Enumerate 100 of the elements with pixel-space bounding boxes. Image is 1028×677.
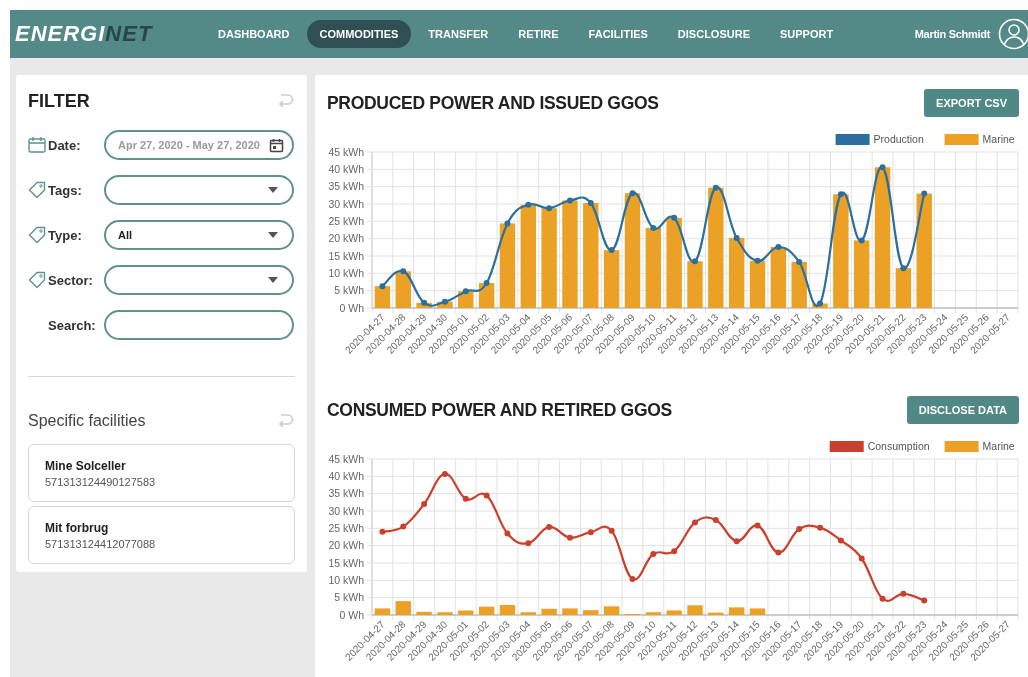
legend-label: Marine	[982, 440, 1015, 452]
point	[733, 538, 740, 545]
point	[400, 268, 407, 275]
point	[421, 501, 428, 508]
bar	[374, 286, 391, 308]
bar	[687, 605, 703, 615]
bar	[562, 608, 578, 615]
bar	[791, 261, 807, 308]
field-label: Type:	[48, 227, 82, 243]
user-name[interactable]: Martin Schmidt	[914, 28, 990, 40]
point	[629, 190, 636, 197]
axis-label: 10 kWh	[328, 573, 364, 586]
bar	[395, 271, 411, 308]
point	[587, 199, 594, 206]
point	[421, 299, 428, 306]
axis-label: 30 kWh	[328, 504, 364, 517]
point	[671, 548, 678, 555]
point	[400, 523, 407, 530]
point	[837, 191, 844, 198]
nav-tab[interactable]: RETIRE	[505, 20, 572, 48]
legend-label: Consumption	[867, 440, 930, 452]
facility-card[interactable]: Mine Solceller 571313124490127583	[28, 444, 295, 502]
calendar-icon[interactable]	[269, 137, 284, 153]
axis-label: 45 kWh	[328, 452, 364, 465]
bar	[458, 610, 474, 615]
tag-icon	[28, 181, 46, 199]
point	[837, 537, 844, 544]
legend-swatch	[944, 134, 979, 145]
point	[629, 575, 636, 582]
axis-label: 5 kWh	[334, 591, 364, 604]
nav-tab[interactable]: FACILITIES	[575, 20, 661, 48]
point	[462, 288, 469, 295]
point	[879, 595, 886, 602]
axis-label: 20 kWh	[328, 539, 364, 552]
legend-label: Marine	[982, 133, 1015, 145]
action-button[interactable]: EXPORT CSV	[924, 89, 1019, 117]
point	[650, 224, 657, 231]
axis-label: 45 kWh	[328, 145, 364, 158]
field-label: Sector:	[48, 272, 93, 288]
bar	[770, 247, 787, 308]
bar	[541, 608, 557, 615]
point	[504, 220, 511, 227]
point	[900, 590, 907, 597]
point	[566, 197, 573, 204]
axis-label: 35 kWh	[328, 487, 364, 500]
bar	[895, 268, 912, 308]
point	[817, 524, 824, 531]
point	[546, 205, 553, 212]
nav-tab[interactable]: DASHBOARD	[205, 20, 303, 48]
action-button[interactable]: DISCLOSE DATA	[906, 396, 1019, 424]
bar	[687, 261, 703, 308]
axis-label: 15 kWh	[328, 249, 364, 262]
caret-icon	[268, 232, 278, 238]
dropdown-field[interactable]	[104, 265, 294, 295]
facility-card[interactable]: Mit forbrug 571313124412077088	[28, 506, 295, 564]
bar	[708, 612, 724, 615]
bar	[728, 607, 745, 615]
bar	[749, 608, 766, 615]
date-range-field[interactable]: Apr 27, 2020 - May 27, 2020	[104, 130, 294, 160]
axis-label: 0 Wh	[339, 301, 364, 314]
point	[858, 555, 865, 562]
tag-icon	[28, 226, 46, 244]
axis-label: 25 kWh	[328, 521, 364, 534]
point	[712, 517, 719, 524]
section-title: Specific facilities	[28, 412, 146, 430]
point	[921, 190, 928, 197]
point	[379, 283, 386, 290]
dropdown-field[interactable]: All	[104, 220, 294, 250]
nav-tab[interactable]: DISCLOSURE	[664, 20, 763, 48]
nav-tab[interactable]: COMMODITIES	[306, 20, 412, 48]
logo: ENERGINET	[15, 21, 154, 47]
dropdown-field[interactable]	[104, 175, 294, 205]
axis-label: 40 kWh	[328, 469, 364, 482]
point	[525, 201, 532, 208]
bar	[583, 610, 599, 615]
user-avatar-icon[interactable]	[998, 18, 1028, 50]
search-field[interactable]	[104, 310, 294, 340]
point	[504, 530, 511, 537]
point	[650, 550, 657, 557]
bar	[395, 601, 411, 615]
point	[441, 470, 448, 477]
point	[712, 184, 719, 191]
bar	[666, 610, 682, 615]
tag-icon	[28, 271, 46, 289]
axis-label: 20 kWh	[328, 232, 364, 245]
bar	[520, 612, 536, 615]
axis-label: 15 kWh	[328, 556, 364, 569]
point	[921, 597, 928, 604]
caret-icon	[268, 187, 278, 193]
point	[733, 234, 740, 241]
nav-tab[interactable]: SUPPORT	[767, 20, 847, 48]
axis-label: 10 kWh	[328, 266, 364, 279]
chart-title: PRODUCED POWER AND ISSUED GGOS	[327, 92, 659, 114]
bar	[499, 604, 516, 615]
legend-swatch	[835, 134, 870, 145]
legend-label: Production	[873, 133, 924, 145]
bar	[416, 611, 432, 615]
nav-tab[interactable]: TRANSFER	[415, 20, 502, 48]
point	[775, 243, 782, 250]
point	[379, 528, 386, 535]
